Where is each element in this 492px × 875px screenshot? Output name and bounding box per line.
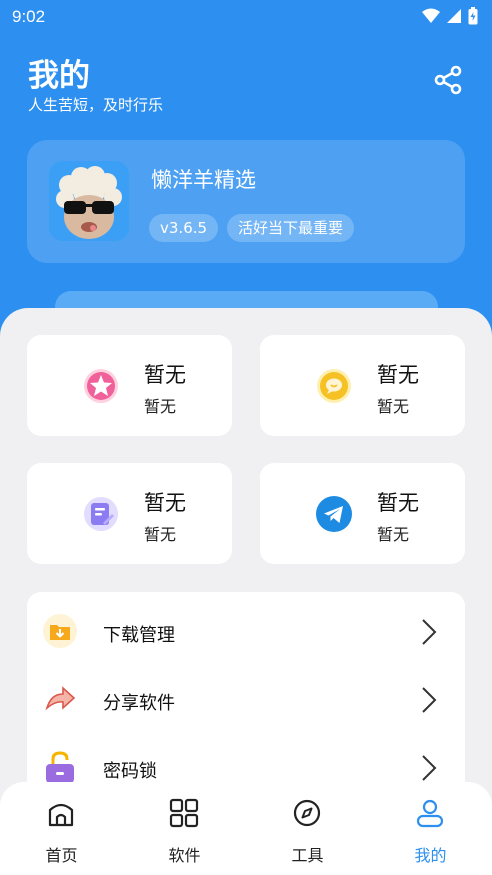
tab-label: 软件 — [168, 846, 201, 865]
card-title: 暂无 — [377, 363, 419, 387]
menu-item-label: 下载管理 — [103, 625, 175, 646]
info-card[interactable]: 暂无 暂无 — [260, 463, 465, 564]
menu-item-label: 分享软件 — [103, 693, 175, 714]
info-card[interactable]: 暂无 暂无 — [27, 463, 232, 564]
card-subtitle: 暂无 — [144, 525, 177, 544]
info-card[interactable]: 暂无 暂无 — [27, 335, 232, 436]
chevron-right-icon — [422, 619, 437, 645]
menu-item-download[interactable]: 下载管理 — [27, 596, 465, 664]
download-folder-icon — [43, 614, 77, 648]
app-name: 懒洋羊精选 — [151, 168, 256, 192]
status-time: 9:02 — [12, 7, 46, 26]
share-arrow-icon — [45, 686, 76, 711]
share-icon[interactable] — [432, 64, 464, 96]
page-subtitle: 人生苦短，及时行乐 — [28, 96, 164, 114]
purple-note-icon — [84, 497, 118, 531]
tab-mine[interactable]: 我的 — [369, 782, 492, 875]
pink-star-icon — [84, 369, 118, 403]
card-subtitle: 暂无 — [377, 397, 410, 416]
compass-icon — [293, 799, 321, 827]
page-title: 我的 — [28, 58, 90, 94]
card-subtitle: 暂无 — [377, 525, 410, 544]
version-chip: v3.6.5 — [149, 214, 219, 242]
card-subtitle: 暂无 — [144, 397, 177, 416]
signal-icon — [447, 9, 461, 23]
lock-icon — [46, 751, 74, 783]
tab-tools[interactable]: 工具 — [246, 782, 369, 875]
chevron-right-icon — [422, 687, 437, 713]
home-icon — [48, 803, 74, 827]
wifi-icon — [422, 8, 440, 23]
profile-card[interactable]: 懒洋羊精选 v3.6.5 活好当下最重要 — [27, 140, 465, 263]
user-icon — [416, 799, 444, 828]
menu-item-share[interactable]: 分享软件 — [27, 664, 465, 732]
card-title: 暂无 — [144, 363, 186, 387]
avatar — [49, 161, 129, 241]
status-bar: 9:02 — [0, 0, 492, 34]
yellow-chat-icon — [317, 369, 351, 403]
tab-label: 工具 — [291, 846, 324, 865]
grid-icon — [169, 798, 199, 828]
chevron-right-icon — [422, 755, 437, 781]
slogan-chip: 活好当下最重要 — [227, 214, 355, 242]
tab-label: 首页 — [45, 846, 78, 865]
battery-icon — [468, 7, 478, 25]
telegram-icon — [316, 496, 352, 532]
card-title: 暂无 — [144, 491, 186, 515]
info-card[interactable]: 暂无 暂无 — [260, 335, 465, 436]
bottom-tab-bar: 首页 软件 工具 我的 — [0, 782, 492, 875]
tab-software[interactable]: 软件 — [123, 782, 246, 875]
tab-home[interactable]: 首页 — [0, 782, 123, 875]
menu-item-label: 密码锁 — [103, 761, 157, 782]
card-title: 暂无 — [377, 491, 419, 515]
tab-label: 我的 — [414, 846, 447, 865]
